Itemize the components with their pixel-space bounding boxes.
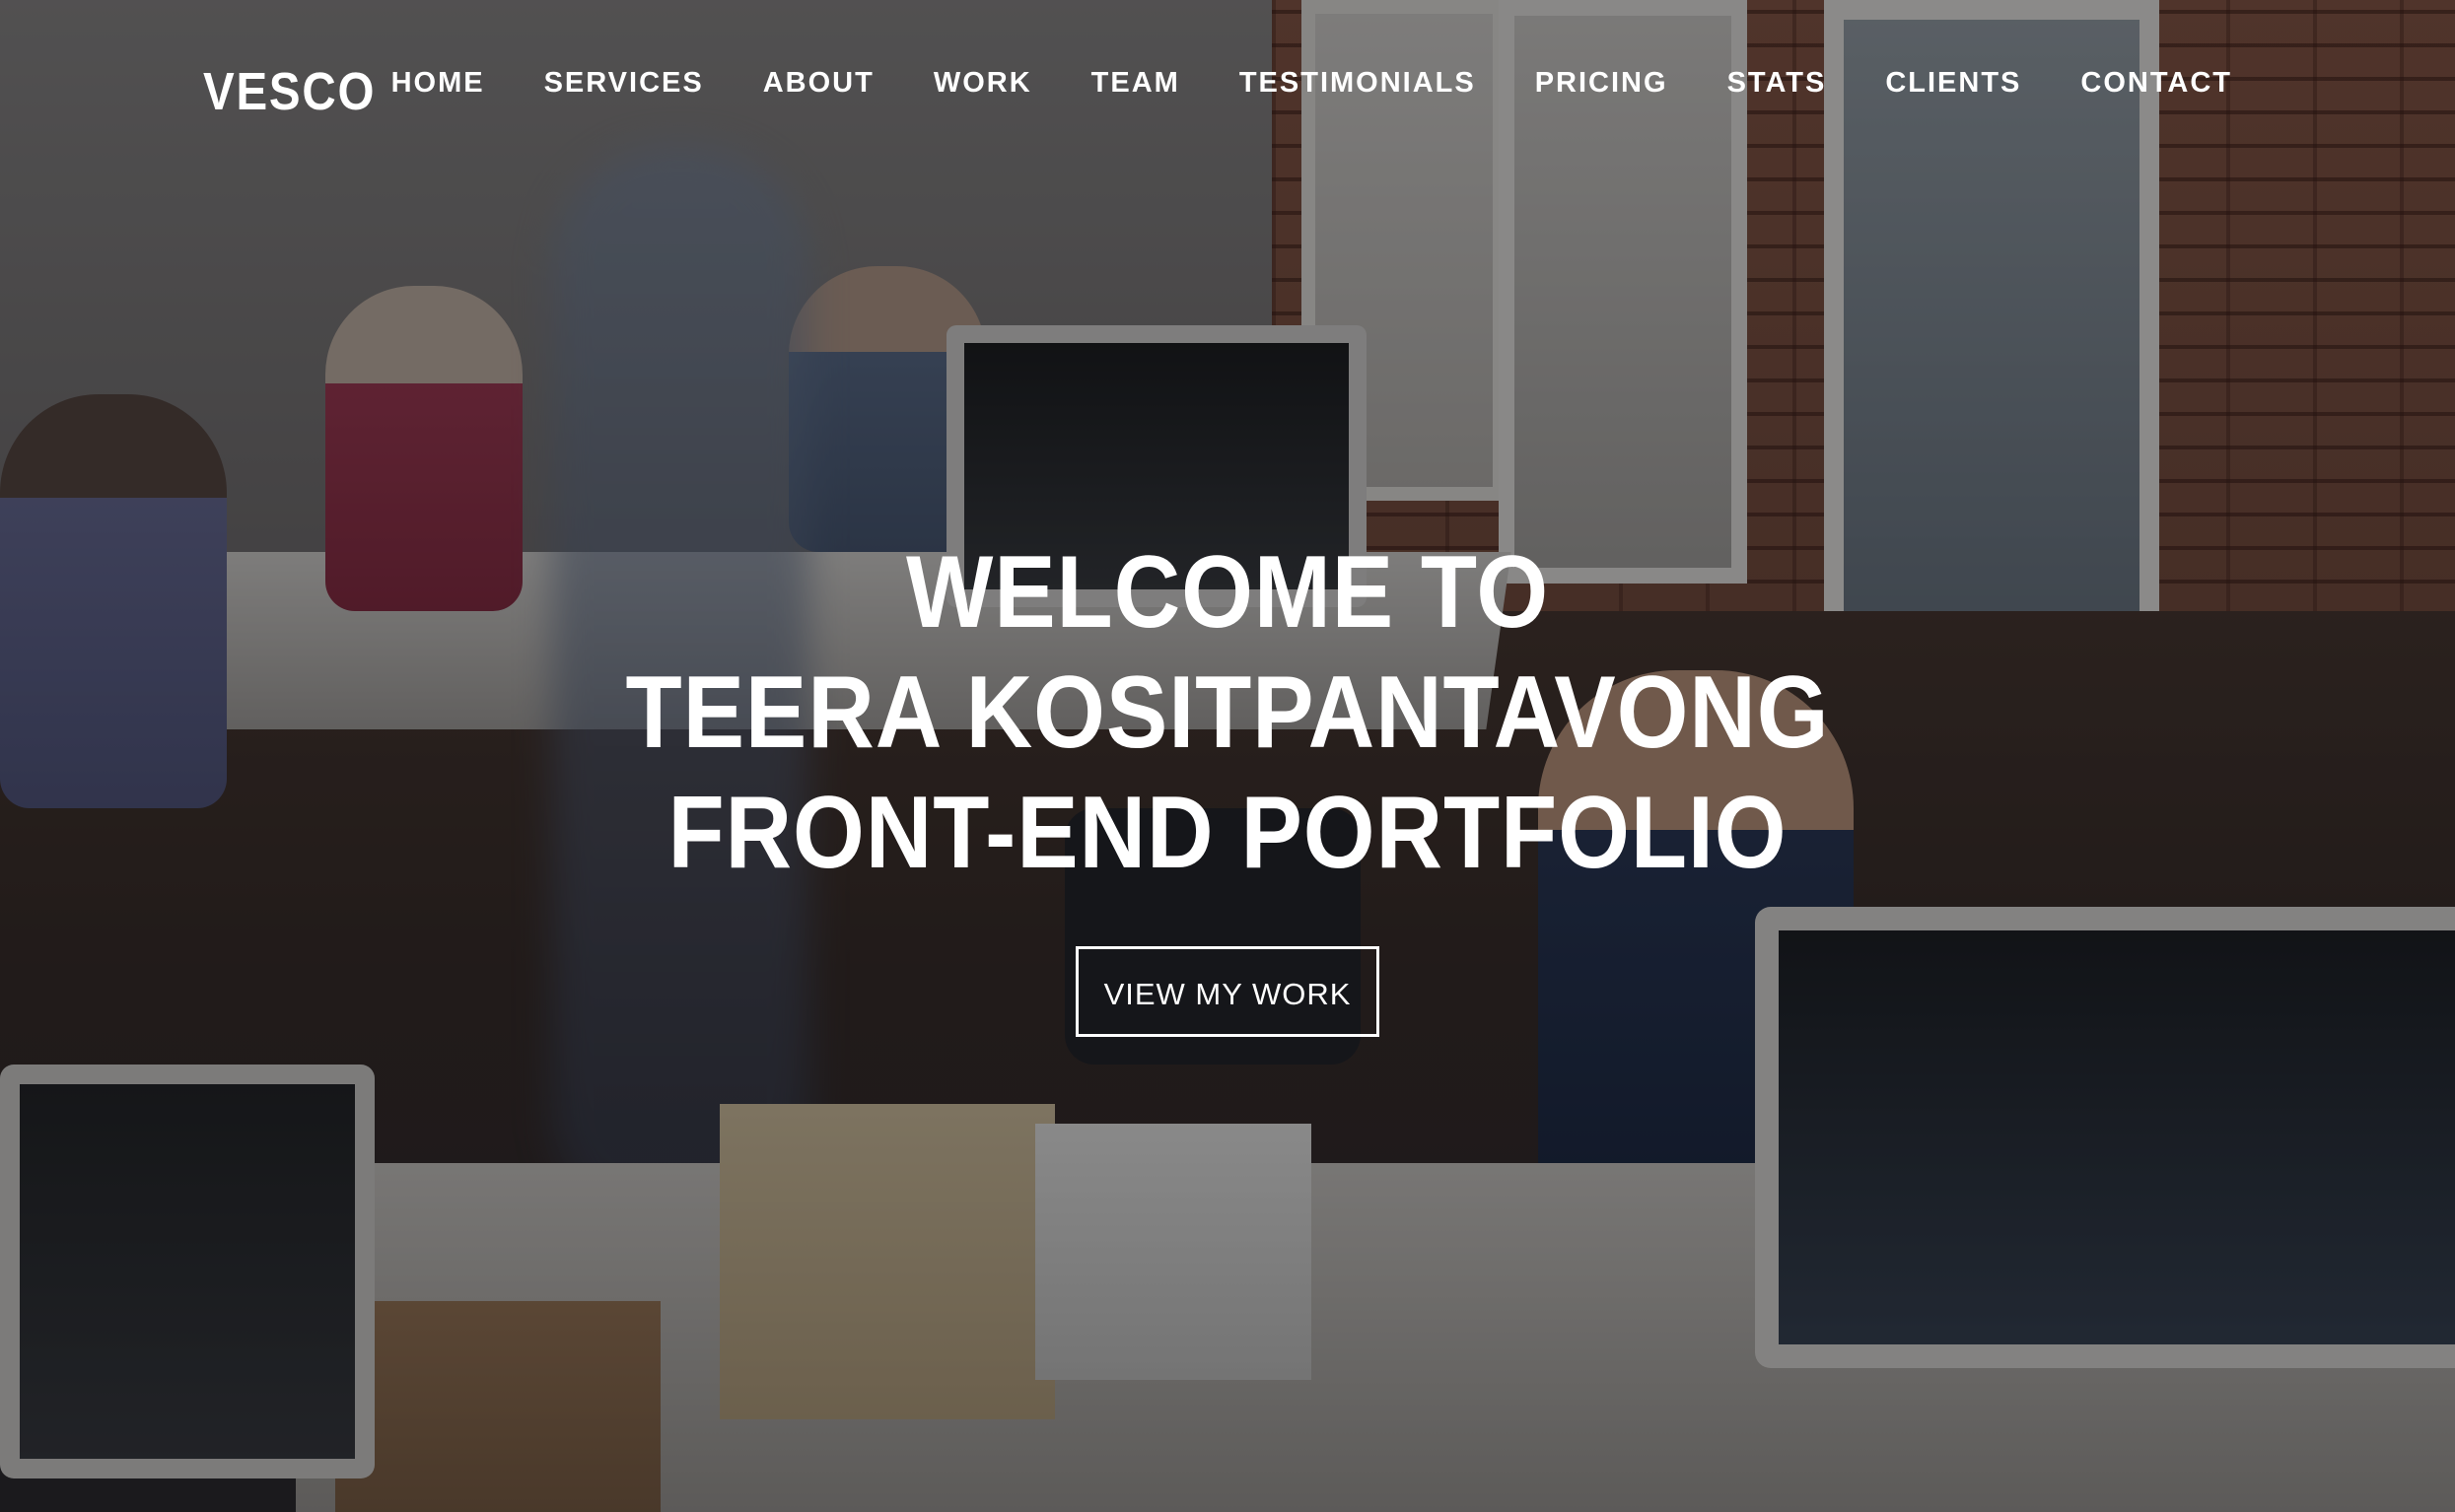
- nav-item-team: TEAM: [1091, 67, 1180, 100]
- hero-title-line-1: WELCOME TO: [905, 535, 1550, 650]
- nav-link-home[interactable]: HOME: [391, 67, 485, 100]
- nav-menu: HOME SERVICES ABOUT WORK TEAM TESTIMONIA…: [391, 67, 2232, 100]
- nav-item-pricing: PRICING: [1535, 67, 1668, 100]
- navbar: VESCO HOME SERVICES ABOUT WORK TEAM TEST…: [0, 0, 2455, 177]
- nav-item-testimonials: TESTIMONIALS: [1239, 67, 1476, 100]
- hero-title-line-3: FRONT-END PORTFOLIO: [667, 776, 1788, 890]
- nav-link-work[interactable]: WORK: [934, 67, 1032, 100]
- nav-link-team[interactable]: TEAM: [1091, 67, 1180, 100]
- hero-section: VESCO HOME SERVICES ABOUT WORK TEAM TEST…: [0, 0, 2455, 1512]
- view-my-work-button[interactable]: VIEW MY WORK: [1076, 946, 1379, 1037]
- nav-link-clients[interactable]: CLIENTS: [1885, 67, 2021, 100]
- nav-item-stats: STATS: [1727, 67, 1827, 100]
- nav-link-testimonials[interactable]: TESTIMONIALS: [1239, 67, 1476, 100]
- hero-content: WELCOME TO TEERA KOSITPANTAVONG FRONT-EN…: [0, 532, 2455, 1037]
- nav-item-about: ABOUT: [763, 67, 875, 100]
- hero-title-line-2: TEERA KOSITPANTAVONG: [625, 655, 1830, 770]
- nav-link-pricing[interactable]: PRICING: [1535, 67, 1668, 100]
- nav-link-services[interactable]: SERVICES: [544, 67, 704, 100]
- nav-item-clients: CLIENTS: [1885, 67, 2021, 100]
- nav-item-home: HOME: [391, 67, 485, 100]
- hero-title: WELCOME TO TEERA KOSITPANTAVONG FRONT-EN…: [123, 532, 2333, 893]
- nav-item-contact: CONTACT: [2080, 67, 2232, 100]
- nav-item-work: WORK: [934, 67, 1032, 100]
- nav-link-stats[interactable]: STATS: [1727, 67, 1827, 100]
- nav-item-services: SERVICES: [544, 67, 704, 100]
- brand-logo[interactable]: VESCO: [203, 61, 376, 122]
- nav-link-about[interactable]: ABOUT: [763, 67, 875, 100]
- nav-link-contact[interactable]: CONTACT: [2080, 67, 2232, 100]
